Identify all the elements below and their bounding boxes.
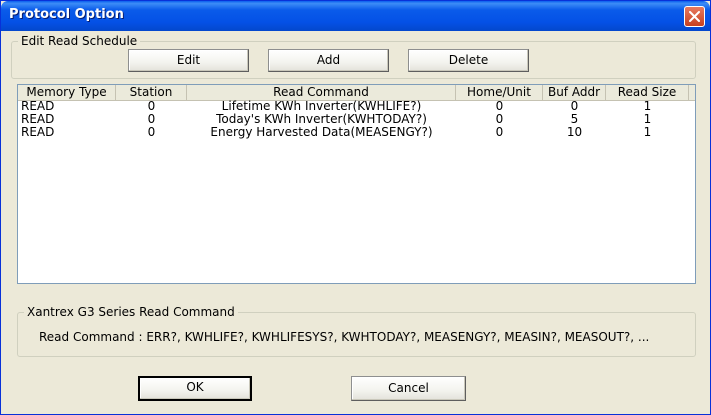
column-header-home-unit[interactable]: Home/Unit xyxy=(456,85,543,100)
read-schedule-list[interactable]: Memory Type Station Read Command Home/Un… xyxy=(17,84,696,284)
cell-memory-type: READ xyxy=(21,113,55,126)
cell-read-size: 1 xyxy=(643,126,652,139)
cell-buf-addr: 5 xyxy=(570,113,579,126)
list-header: Memory Type Station Read Command Home/Un… xyxy=(18,85,695,101)
close-icon xyxy=(689,11,700,22)
column-header-station[interactable]: Station xyxy=(116,85,187,100)
cell-memory-type: READ xyxy=(21,100,55,113)
cell-read-command: Energy Harvested Data(MEASENGY?) xyxy=(210,126,433,139)
delete-button[interactable]: Delete xyxy=(408,49,529,72)
title-bar[interactable]: Protocol Option xyxy=(1,1,710,31)
column-header-read-size[interactable]: Read Size xyxy=(606,85,689,100)
cancel-button[interactable]: Cancel xyxy=(351,376,466,401)
protocol-option-dialog: Protocol Option Edit Read Schedule Edit … xyxy=(0,0,711,415)
read-command-info-legend: Xantrex G3 Series Read Command xyxy=(24,305,238,319)
column-header-memory-type[interactable]: Memory Type xyxy=(18,85,116,100)
window-title: Protocol Option xyxy=(9,7,124,22)
read-command-info-group: Xantrex G3 Series Read Command Read Comm… xyxy=(17,305,696,357)
cell-station: 0 xyxy=(147,113,156,126)
cell-station: 0 xyxy=(147,100,156,113)
cell-memory-type: READ xyxy=(21,126,55,139)
cell-home-unit: 0 xyxy=(495,113,504,126)
cell-buf-addr: 10 xyxy=(566,126,583,139)
edit-read-schedule-legend: Edit Read Schedule xyxy=(18,34,141,48)
cell-read-size: 1 xyxy=(643,100,652,113)
cell-buf-addr: 0 xyxy=(570,100,579,113)
cell-read-command: Today's KWh Inverter(KWHTODAY?) xyxy=(216,113,427,126)
table-row[interactable]: READ 0 Lifetime KWh Inverter(KWHLIFE?) 0… xyxy=(18,100,695,113)
add-button[interactable]: Add xyxy=(268,49,389,72)
cell-station: 0 xyxy=(147,126,156,139)
close-button[interactable] xyxy=(684,6,705,27)
cell-home-unit: 0 xyxy=(495,100,504,113)
table-row[interactable]: READ 0 Energy Harvested Data(MEASENGY?) … xyxy=(18,126,695,139)
cell-read-command: Lifetime KWh Inverter(KWHLIFE?) xyxy=(221,100,422,113)
table-row[interactable]: READ 0 Today's KWh Inverter(KWHTODAY?) 0… xyxy=(18,113,695,126)
read-command-info-text: Read Command : ERR?, KWHLIFE?, KWHLIFESY… xyxy=(39,330,650,344)
column-header-read-command[interactable]: Read Command xyxy=(187,85,456,100)
edit-button[interactable]: Edit xyxy=(128,49,249,72)
column-header-buf-addr[interactable]: Buf Addr xyxy=(543,85,606,100)
cell-read-size: 1 xyxy=(643,113,652,126)
edit-read-schedule-group: Edit Read Schedule Edit Add Delete xyxy=(11,34,696,79)
cell-home-unit: 0 xyxy=(495,126,504,139)
ok-button[interactable]: OK xyxy=(138,376,252,401)
